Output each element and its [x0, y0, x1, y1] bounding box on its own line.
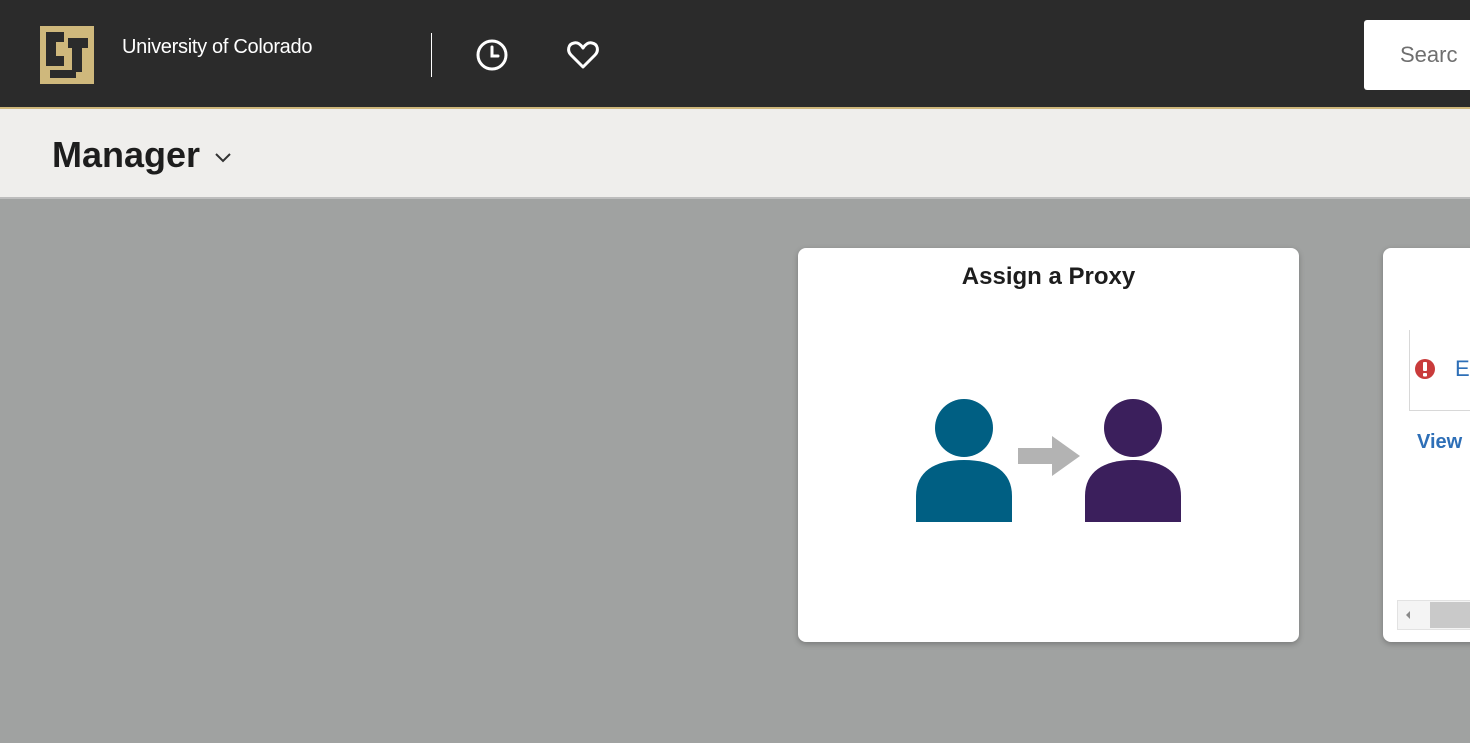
tile-title: Assign a Proxy: [961, 263, 1136, 290]
view-link[interactable]: View: [1417, 431, 1462, 454]
homepage-selector[interactable]: Manager: [52, 134, 232, 176]
clock-icon[interactable]: [475, 38, 509, 72]
chevron-down-icon: [215, 153, 231, 163]
homepage-title: Manager: [52, 134, 201, 175]
assign-proxy-icon: [916, 399, 1181, 522]
search-placeholder: Searc: [1400, 42, 1458, 67]
alert-link[interactable]: E: [1455, 356, 1470, 382]
exclamation-circle-icon: [1415, 359, 1435, 379]
cu-logo-icon[interactable]: [36, 22, 98, 88]
scroll-left-arrow-icon[interactable]: [1401, 607, 1415, 623]
brand-name: University of Colorado: [122, 36, 313, 58]
header-divider: [431, 33, 432, 77]
global-search-input[interactable]: Searc: [1364, 20, 1470, 90]
heart-icon[interactable]: [566, 38, 600, 72]
scrollbar-thumb[interactable]: [1430, 602, 1470, 628]
